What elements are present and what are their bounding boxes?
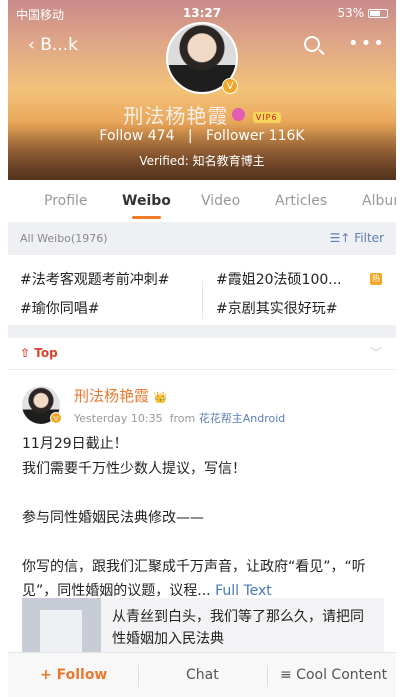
battery-icon: [368, 9, 388, 18]
tab-profile[interactable]: Profile: [44, 193, 88, 209]
status-bar: 中国移动 13:27 53%: [16, 6, 388, 22]
profile-page: 中国移动 13:27 53% ‹ B...k ••• V 刑法杨艳霞 VIP6 …: [8, 0, 396, 697]
back-button[interactable]: ‹ B...k: [28, 35, 78, 55]
divider: [138, 665, 139, 687]
follower-count[interactable]: Follower 116K: [206, 128, 305, 144]
post-meta: Yesterday 10:35 from 花花帮主Android: [74, 410, 285, 426]
search-icon[interactable]: [304, 36, 320, 52]
verified-badge: V: [50, 412, 62, 424]
tab-video[interactable]: Video: [201, 193, 240, 209]
divider: [267, 665, 268, 687]
profile-tabs: Profile Weibo Video Articles Album: [8, 180, 396, 222]
image-placeholder-icon: [22, 598, 101, 658]
topic-list: #法考客观题考前冲刺# #霞姐20法硕100... #瑜你同唱# #京剧其实很好…: [8, 255, 396, 325]
link-card[interactable]: 从青丝到白头，我们等了那么久，请把同性婚姻加入民法典: [22, 598, 384, 658]
topic-item[interactable]: #瑜你同唱#: [20, 298, 99, 318]
top-label: ⇧ Top: [20, 346, 58, 360]
chevron-down-icon[interactable]: ﹀: [370, 344, 382, 361]
cool-content-button[interactable]: ≡ Cool Content: [280, 667, 387, 683]
filter-bar: All Weibo(1976) ☰↑ Filter: [8, 222, 396, 255]
author-name: 刑法杨艳霞: [74, 387, 150, 405]
filter-button[interactable]: ☰↑ Filter: [330, 231, 384, 245]
tab-weibo[interactable]: Weibo: [122, 193, 171, 219]
hot-badge: 热: [370, 273, 382, 285]
stats-separator: |: [187, 128, 193, 144]
section-gap: [8, 325, 396, 338]
divider: [202, 281, 203, 319]
pink-badge-icon: [232, 108, 246, 121]
follow-button[interactable]: + Follow: [40, 667, 107, 683]
bottom-bar: + Follow Chat ≡ Cool Content: [8, 652, 396, 697]
filter-icon: ☰↑: [329, 231, 351, 245]
follow-stats: Follow 474 | Follower 116K: [8, 128, 396, 144]
post-source[interactable]: 花花帮主Android: [199, 412, 286, 425]
verified-badge: V: [222, 78, 238, 94]
top-text: Top: [34, 346, 58, 360]
topic-item[interactable]: #法考客观题考前冲刺#: [20, 269, 169, 289]
topic-item[interactable]: #京剧其实很好玩#: [216, 298, 337, 318]
card-title: 从青丝到白头，我们等了那么久，请把同性婚姻加入民法典: [112, 609, 364, 647]
more-icon[interactable]: •••: [348, 33, 386, 54]
crown-icon: 👑: [153, 391, 168, 404]
verified-text: Verified: 知名教育博主: [139, 154, 265, 168]
post-body: 11月29日截止！ 我们需要千万性少数人提议，写信！ 参与同性婚姻民法典修改——…: [22, 436, 366, 599]
pin-up-icon: ⇧: [20, 346, 31, 360]
tab-articles[interactable]: Articles: [275, 193, 327, 209]
name-text: 刑法杨艳霞: [123, 104, 229, 128]
back-label: B...k: [40, 35, 78, 55]
from-label: from: [169, 412, 196, 425]
clock: 13:27: [182, 6, 222, 20]
top-section[interactable]: ⇧ Top ﹀: [8, 338, 396, 370]
post-author[interactable]: 刑法杨艳霞 👑: [74, 385, 168, 406]
post-text: 11月29日截止！ 我们需要千万性少数人提议，写信！ 参与同性婚姻民法典修改——…: [22, 432, 387, 604]
battery-percent: 53%: [337, 6, 365, 20]
battery: 53%: [337, 6, 388, 20]
full-text-link[interactable]: Full Text: [215, 583, 272, 599]
follow-count[interactable]: Follow 474: [99, 128, 174, 144]
vip-badge[interactable]: VIP6: [252, 112, 281, 123]
profile-name: 刑法杨艳霞 VIP6: [8, 100, 396, 129]
all-weibo-count: All Weibo(1976): [20, 232, 108, 245]
filter-label: Filter: [354, 231, 384, 245]
post-time: Yesterday 10:35: [74, 412, 163, 425]
tab-album[interactable]: Album: [362, 193, 396, 209]
topic-item[interactable]: #霞姐20法硕100...: [216, 269, 342, 289]
chat-button[interactable]: Chat: [186, 667, 219, 683]
